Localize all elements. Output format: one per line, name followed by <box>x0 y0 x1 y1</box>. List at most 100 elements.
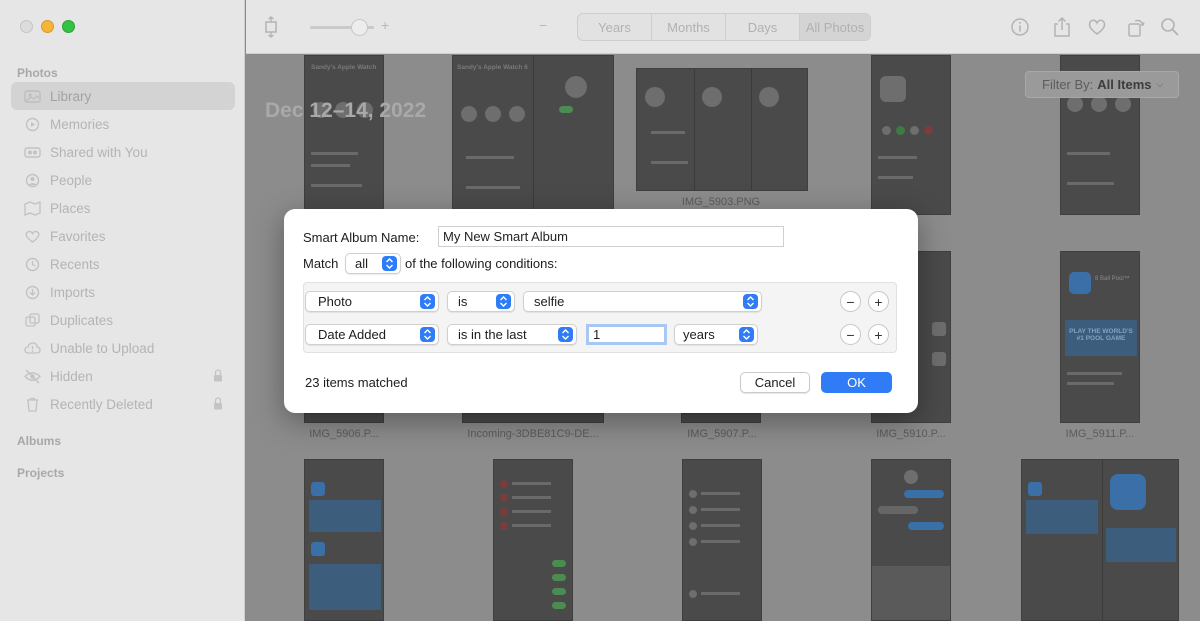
up-down-chevron-icon <box>382 256 397 271</box>
maximize-window-button[interactable] <box>62 20 75 33</box>
filter-value: All Items <box>1097 77 1152 92</box>
photo-thumbnail[interactable]: Sandy's Apple Watch <box>304 55 384 215</box>
photo-thumbnail[interactable]: Sandy's Apple Watch 6 <box>452 55 614 215</box>
window-controls <box>20 20 75 33</box>
favorite-heart-icon[interactable] <box>1086 16 1108 38</box>
sidebar-item-label: Recents <box>50 256 100 272</box>
tab-years[interactable]: Years <box>578 14 652 40</box>
rule-operator-value: is <box>458 294 468 309</box>
rule-1-value-select[interactable]: selfie <box>523 291 762 312</box>
up-down-chevron-icon <box>420 327 435 342</box>
tab-days[interactable]: Days <box>726 14 800 40</box>
sidebar-item-label: Places <box>50 200 91 216</box>
filter-dropdown[interactable]: Filter By: All Items ⌵ <box>1025 71 1179 98</box>
import-icon <box>23 284 41 300</box>
rule-2-field-select[interactable]: Date Added <box>305 324 439 345</box>
photo-caption: Incoming-3DBE81C9-DE... <box>467 428 599 440</box>
photo-thumbnail[interactable] <box>304 413 384 423</box>
photo-thumbnail[interactable] <box>871 459 951 621</box>
lock-icon <box>214 369 222 382</box>
zoom-in-button[interactable]: + <box>381 17 389 33</box>
section-label-photos: Photos <box>17 66 58 80</box>
up-down-chevron-icon <box>420 294 435 309</box>
up-down-chevron-icon <box>496 294 511 309</box>
view-segmented-control: Years Months Days All Photos <box>577 13 871 41</box>
cancel-button[interactable]: Cancel <box>740 372 810 393</box>
photo-thumbnail[interactable] <box>462 413 604 423</box>
eye-slash-icon <box>23 368 41 384</box>
match-select[interactable]: all <box>345 253 401 274</box>
sidebar-item-label: People <box>50 172 93 188</box>
photo-caption: IMG_5910.P... <box>876 428 946 440</box>
photo-thumbnail[interactable] <box>304 459 384 621</box>
photo-thumbnail[interactable] <box>493 459 573 621</box>
photo-caption: IMG_5903.PNG <box>681 196 761 208</box>
photo-thumbnail[interactable] <box>681 413 761 423</box>
sidebar-item-shared-with-you[interactable]: Shared with You <box>11 138 235 166</box>
sidebar-item-memories[interactable]: Memories <box>11 110 235 138</box>
heart-icon <box>23 228 41 244</box>
places-icon <box>23 200 41 216</box>
info-icon[interactable] <box>1009 16 1031 38</box>
sidebar-item-label: Library <box>50 88 92 104</box>
ok-button[interactable]: OK <box>821 372 892 393</box>
sidebar-item-people[interactable]: People <box>11 166 235 194</box>
rotate-icon[interactable] <box>260 16 282 38</box>
section-label-projects[interactable]: Projects <box>17 466 64 480</box>
sidebar-item-recents[interactable]: Recents <box>11 250 235 278</box>
sidebar-item-label: Hidden <box>50 368 93 384</box>
section-label-albums[interactable]: Albums <box>17 434 61 448</box>
rule-unit-value: years <box>683 327 715 342</box>
rotate-photo-icon[interactable] <box>1125 16 1147 38</box>
chevron-down-icon: ⌵ <box>1156 79 1164 89</box>
tab-months[interactable]: Months <box>652 14 726 40</box>
rule-1-field-select[interactable]: Photo <box>305 291 439 312</box>
zoom-slider-knob[interactable] <box>351 19 368 36</box>
up-down-chevron-icon <box>739 327 754 342</box>
sidebar-item-recently-deleted[interactable]: Recently Deleted <box>11 390 235 418</box>
sidebar-item-library[interactable]: Library <box>11 82 235 110</box>
photo-thumbnail[interactable]: 8 Ball Pool™ PLAY THE WORLD'S #1 POOL GA… <box>1060 251 1140 423</box>
filter-label: Filter By: <box>1042 77 1094 92</box>
sidebar-item-label: Duplicates <box>50 312 114 328</box>
close-window-button[interactable] <box>20 20 33 33</box>
rule-2-unit-select[interactable]: years <box>674 324 758 345</box>
zoom-out-button[interactable]: − <box>539 17 547 33</box>
up-down-chevron-icon <box>743 294 758 309</box>
sidebar-item-unable-to-upload[interactable]: Unable to Upload <box>11 334 235 362</box>
cloud-alert-icon <box>23 340 41 356</box>
rule-1-add-button[interactable]: + <box>868 291 889 312</box>
sidebar-item-places[interactable]: Places <box>11 194 235 222</box>
sidebar-nav: Library Memories Shared with You People … <box>11 82 235 418</box>
sidebar-item-label: Unable to Upload <box>50 340 155 356</box>
rule-field-value: Date Added <box>318 327 386 342</box>
rule-2-operator-select[interactable]: is in the last <box>447 324 577 345</box>
rule-operator-value: is in the last <box>458 327 527 342</box>
sidebar: Photos Library Memories Shared with You … <box>0 0 245 621</box>
sidebar-item-imports[interactable]: Imports <box>11 278 235 306</box>
shared-icon <box>23 144 41 160</box>
sidebar-item-duplicates[interactable]: Duplicates <box>11 306 235 334</box>
photo-thumbnail[interactable] <box>871 55 951 215</box>
minimize-window-button[interactable] <box>41 20 54 33</box>
photo-thumbnail[interactable] <box>1021 459 1179 621</box>
photo-caption: IMG_5911.P... <box>1065 428 1135 440</box>
photo-thumbnail[interactable] <box>636 68 808 191</box>
trash-icon <box>23 396 41 412</box>
match-value: all <box>355 256 369 271</box>
rule-2-amount-input[interactable] <box>586 324 667 345</box>
lock-icon <box>214 397 222 410</box>
search-icon[interactable] <box>1159 16 1181 38</box>
album-name-input[interactable] <box>438 226 784 247</box>
share-icon[interactable] <box>1051 16 1073 38</box>
rule-1-remove-button[interactable]: − <box>840 291 861 312</box>
sidebar-item-label: Favorites <box>50 228 106 244</box>
sidebar-item-favorites[interactable]: Favorites <box>11 222 235 250</box>
smart-album-dialog: Smart Album Name: Match all of the follo… <box>284 209 918 413</box>
rule-2-add-button[interactable]: + <box>868 324 889 345</box>
photo-thumbnail[interactable] <box>682 459 762 621</box>
tab-all-photos[interactable]: All Photos <box>800 14 870 40</box>
rule-2-remove-button[interactable]: − <box>840 324 861 345</box>
sidebar-item-hidden[interactable]: Hidden <box>11 362 235 390</box>
rule-1-operator-select[interactable]: is <box>447 291 515 312</box>
